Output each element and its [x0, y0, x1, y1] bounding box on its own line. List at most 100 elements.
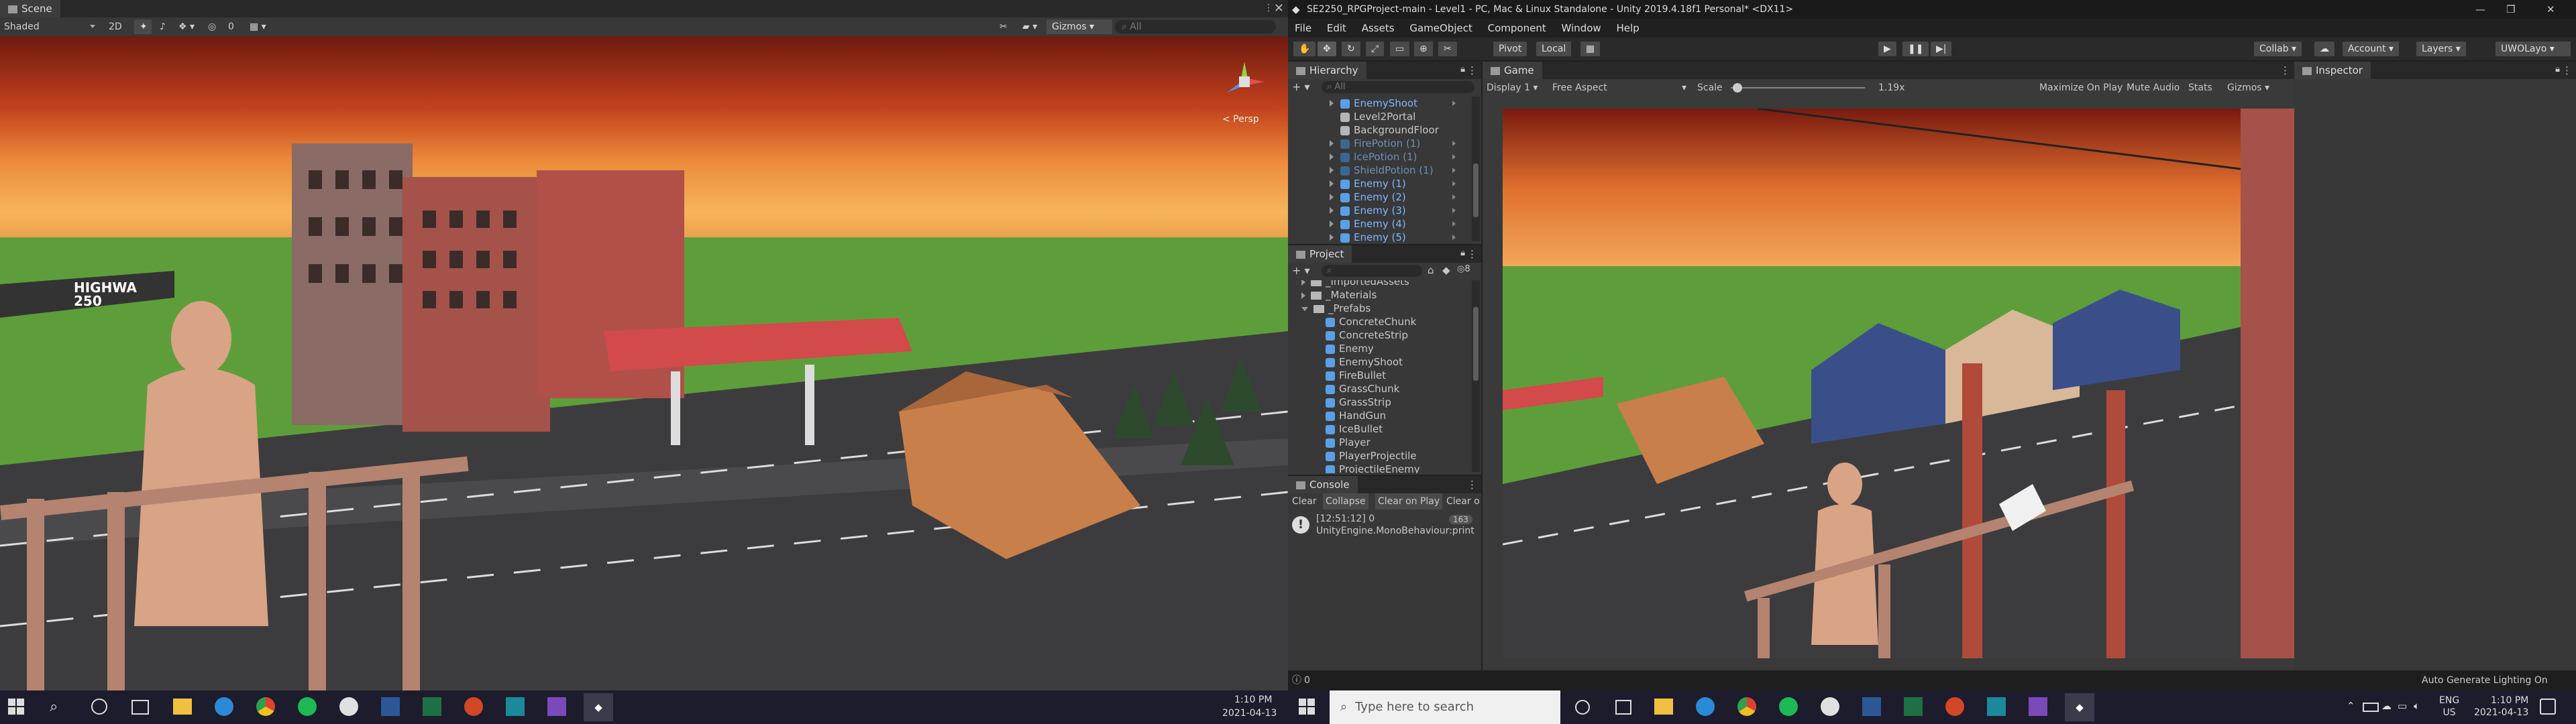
chevron-right-icon[interactable] [1452, 181, 1456, 186]
hidden-objects-icon[interactable]: ◎ [208, 17, 216, 36]
file-explorer-icon[interactable] [173, 699, 192, 715]
console-collapse-button[interactable]: Collapse [1323, 493, 1368, 509]
chevron-right-icon[interactable] [1452, 221, 1456, 227]
prefab-item[interactable]: PlayerProjectile [1288, 449, 1470, 463]
app-icon[interactable] [1987, 697, 2006, 716]
edge-icon[interactable] [1696, 697, 1715, 716]
prefab-item[interactable]: Enemy [1288, 342, 1470, 355]
persp-label[interactable]: < Persp [1222, 114, 1259, 125]
excel-icon[interactable] [423, 697, 441, 716]
cloud-icon[interactable]: ☁ [2314, 42, 2334, 56]
folder-item[interactable]: _Prefabs [1288, 302, 1470, 315]
tab-project[interactable]: Project [1288, 245, 1352, 263]
grid-dropdown-icon[interactable]: ▦ ▾ [250, 17, 266, 36]
game-viewport[interactable] [1503, 109, 2322, 658]
expand-arrow-icon[interactable] [1330, 180, 1334, 187]
lock-icon[interactable]: 🔒︎ [1460, 248, 1465, 258]
visual-studio-icon[interactable] [547, 697, 566, 716]
orientation-gizmo-icon[interactable] [1218, 55, 1271, 109]
menu-window[interactable]: Window [1562, 22, 1601, 34]
prefab-item[interactable]: GrassStrip [1288, 396, 1470, 409]
onedrive-icon[interactable]: ☁ [2381, 700, 2392, 712]
chrome-icon[interactable] [1737, 697, 1756, 716]
create-plus-icon[interactable]: + ▾ [1292, 80, 1310, 93]
prefab-item[interactable]: GrassChunk [1288, 382, 1470, 396]
cortana-icon[interactable] [1575, 700, 1590, 715]
app-icon[interactable] [506, 697, 525, 716]
tab-console[interactable]: Console [1288, 476, 1358, 493]
project-scrollbar[interactable] [1472, 280, 1480, 472]
local-toggle[interactable]: Local [1536, 42, 1572, 56]
prefab-item[interactable]: FireBullet [1288, 369, 1470, 382]
hierarchy-item[interactable]: Enemy (2) [1288, 190, 1470, 204]
itunes-icon[interactable] [339, 697, 358, 716]
menu-edit[interactable]: Edit [1327, 22, 1346, 34]
game-gizmos-dropdown[interactable]: Gizmos ▾ [2227, 79, 2269, 97]
expand-arrow-icon[interactable] [1330, 234, 1334, 241]
expand-arrow-icon[interactable] [1330, 154, 1334, 160]
hierarchy-item[interactable]: Enemy (1) [1288, 177, 1470, 190]
hierarchy-item[interactable]: FirePotion (1) [1288, 137, 1470, 150]
console-clear-button[interactable]: Clear [1292, 493, 1317, 509]
taskbar-search-box[interactable]: ⌕ Type here to search [1330, 690, 1560, 724]
hierarchy-scrollbar[interactable] [1472, 97, 1480, 241]
menu-gameobject[interactable]: GameObject [1409, 22, 1472, 34]
unity-taskbar-icon[interactable]: ◆ [584, 693, 613, 721]
filter-label-icon[interactable]: ◆ [1442, 264, 1450, 276]
chevron-right-icon[interactable] [1452, 141, 1456, 146]
prefab-item[interactable]: EnemyShoot [1288, 355, 1470, 369]
step-button[interactable]: ▶| [1931, 42, 1952, 56]
hand-tool-icon[interactable]: ✋ [1293, 42, 1316, 56]
console-entry[interactable]: ! [12:51:12] 0 UnityEngine.MonoBehaviour… [1288, 512, 1481, 539]
mode-2d-toggle[interactable]: 2D [109, 17, 122, 36]
play-button[interactable]: ▶ [1878, 42, 1896, 56]
menu-help[interactable]: Help [1616, 22, 1639, 34]
hierarchy-scroll-thumb[interactable] [1473, 164, 1479, 217]
prefab-item[interactable]: Player [1288, 436, 1470, 449]
cortana-icon[interactable] [91, 699, 107, 715]
hierarchy-search-input[interactable]: ⌕ All [1322, 81, 1474, 93]
powerpoint-icon[interactable] [464, 697, 483, 716]
unity-taskbar-icon[interactable]: ◆ [2065, 693, 2094, 721]
create-plus-icon[interactable]: + ▾ [1292, 264, 1310, 277]
task-view-icon[interactable] [131, 700, 149, 715]
prefab-item[interactable]: ConcreteChunk [1288, 315, 1470, 328]
menu-assets[interactable]: Assets [1362, 22, 1395, 34]
window-close-icon[interactable]: ✕ [2546, 0, 2555, 19]
filter-type-icon[interactable]: ⌂ [1428, 264, 1434, 276]
scale-tool-icon[interactable]: ⤢ [1366, 42, 1385, 56]
expand-arrow-icon[interactable] [1330, 221, 1334, 227]
custom-tool-icon[interactable]: ✂ [1438, 42, 1457, 56]
project-search-input[interactable]: ⌕ [1322, 265, 1422, 277]
gizmos-dropdown[interactable]: Gizmos ▾ [1046, 19, 1112, 34]
rect-tool-icon[interactable]: ▭ [1390, 42, 1410, 56]
tray-chevron-up-icon[interactable]: ⌃ [2347, 700, 2355, 712]
excel-icon[interactable] [1904, 697, 1923, 716]
chevron-right-icon[interactable] [1452, 208, 1456, 213]
volume-icon[interactable]: 🔈︎ [2414, 700, 2420, 712]
menu-file[interactable]: File [1295, 22, 1311, 34]
battery-icon[interactable] [2363, 703, 2379, 712]
snap-icon[interactable]: ▦ [1580, 42, 1601, 56]
visual-studio-icon[interactable] [2029, 697, 2047, 716]
hierarchy-item[interactable]: Enemy (5) [1288, 231, 1470, 243]
expand-arrow-icon[interactable] [1330, 100, 1334, 107]
prefab-item[interactable]: ProjectileEnemy [1288, 463, 1470, 473]
more-icon[interactable]: ⋮ [2280, 64, 2290, 76]
display-dropdown[interactable]: Display 1 ▾ [1487, 79, 1538, 97]
minimize-icon[interactable]: — [2475, 0, 2485, 19]
prefab-item[interactable]: IceBullet [1288, 422, 1470, 436]
more-icon[interactable]: ⋮ [1467, 64, 1477, 76]
chevron-right-icon[interactable] [1452, 101, 1456, 106]
powerpoint-icon[interactable] [1945, 697, 1964, 716]
layers-dropdown[interactable]: Layers ▾ [2416, 42, 2466, 56]
expand-arrow-icon[interactable] [1330, 167, 1334, 174]
chevron-right-icon[interactable] [1452, 154, 1456, 160]
move-tool-icon[interactable]: ✥ [1318, 42, 1336, 56]
search-icon[interactable]: ⌕ [50, 699, 58, 715]
pivot-toggle[interactable]: Pivot [1493, 42, 1527, 56]
network-icon[interactable]: ▭ [2398, 700, 2407, 712]
word-icon[interactable] [381, 697, 400, 716]
word-icon[interactable] [1862, 697, 1881, 716]
shading-dropdown[interactable]: Shaded [4, 17, 98, 36]
